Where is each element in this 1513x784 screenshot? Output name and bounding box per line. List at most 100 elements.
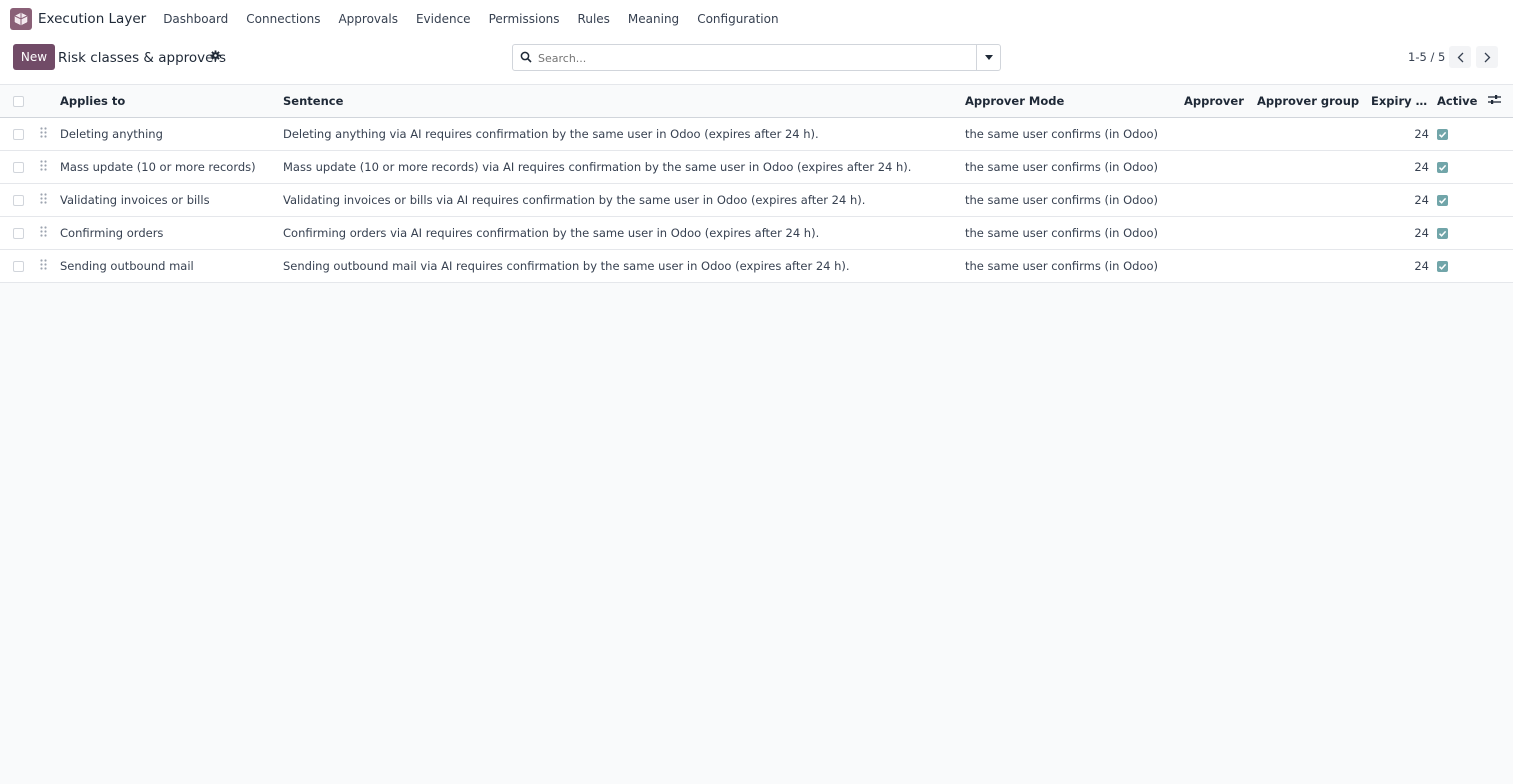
active-checkbox[interactable]: [1437, 227, 1448, 239]
row-checkbox[interactable]: [13, 161, 24, 173]
drag-handle-icon[interactable]: [36, 150, 56, 183]
cell-approver-group[interactable]: [1253, 216, 1367, 249]
menu-evidence[interactable]: Evidence: [416, 12, 471, 26]
control-panel: New Risk classes & approvers 1-5 / 5: [0, 37, 1513, 85]
cell-expiry-hours[interactable]: 24: [1367, 117, 1433, 150]
search-input[interactable]: [538, 49, 978, 67]
menu-permissions[interactable]: Permissions: [489, 12, 560, 26]
drag-handle-icon[interactable]: [36, 216, 56, 249]
row-select-cell: [0, 117, 36, 150]
pager-previous-button[interactable]: [1449, 46, 1471, 68]
column-active[interactable]: Active: [1433, 85, 1484, 117]
cell-approver[interactable]: [1180, 117, 1253, 150]
cell-approver-mode[interactable]: the same user confirms (in Odoo): [961, 216, 1180, 249]
menu-connections[interactable]: Connections: [246, 12, 320, 26]
cell-approver-group[interactable]: [1253, 249, 1367, 282]
cell-applies-to[interactable]: Mass update (10 or more records): [56, 150, 279, 183]
search-options-toggle[interactable]: [976, 45, 1000, 70]
cell-active: [1433, 150, 1484, 183]
row-select-cell: [0, 183, 36, 216]
menu-meaning[interactable]: Meaning: [628, 12, 679, 26]
row-checkbox[interactable]: [13, 194, 24, 206]
row-end-cell: [1484, 117, 1513, 150]
column-expiry-hours[interactable]: Expiry H...: [1367, 85, 1433, 117]
select-all-checkbox[interactable]: [13, 95, 24, 107]
cell-active: [1433, 216, 1484, 249]
drag-handle-icon[interactable]: [36, 183, 56, 216]
drag-handle-icon[interactable]: [36, 249, 56, 282]
cell-approver-mode[interactable]: the same user confirms (in Odoo): [961, 117, 1180, 150]
sliders-icon[interactable]: [1488, 94, 1501, 105]
cell-active: [1433, 183, 1484, 216]
column-approver[interactable]: Approver: [1180, 85, 1253, 117]
cell-applies-to[interactable]: Confirming orders: [56, 216, 279, 249]
cell-approver-mode[interactable]: the same user confirms (in Odoo): [961, 183, 1180, 216]
column-applies-to[interactable]: Applies to: [56, 85, 279, 117]
menu-rules[interactable]: Rules: [578, 12, 610, 26]
table-row[interactable]: Sending outbound mail Sending outbound ma…: [0, 249, 1513, 282]
column-approver-mode[interactable]: Approver Mode: [961, 85, 1180, 117]
row-select-cell: [0, 150, 36, 183]
cell-approver-group[interactable]: [1253, 150, 1367, 183]
cell-approver[interactable]: [1180, 150, 1253, 183]
top-navbar: Execution Layer Dashboard Connections Ap…: [0, 0, 1513, 37]
row-checkbox[interactable]: [13, 227, 24, 239]
cell-expiry-hours[interactable]: 24: [1367, 150, 1433, 183]
cell-approver[interactable]: [1180, 216, 1253, 249]
table-row[interactable]: Mass update (10 or more records) Mass upd…: [0, 150, 1513, 183]
search-icon: [520, 51, 532, 66]
row-select-cell: [0, 249, 36, 282]
table-row[interactable]: Confirming orders Confirming orders via A…: [0, 216, 1513, 249]
cell-approver-mode[interactable]: the same user confirms (in Odoo): [961, 249, 1180, 282]
app-logo-icon[interactable]: [10, 7, 32, 30]
cell-approver[interactable]: [1180, 183, 1253, 216]
cell-approver-group[interactable]: [1253, 117, 1367, 150]
active-checkbox[interactable]: [1437, 128, 1448, 140]
cell-active: [1433, 117, 1484, 150]
cell-expiry-hours[interactable]: 24: [1367, 249, 1433, 282]
row-checkbox[interactable]: [13, 128, 24, 140]
pager-value[interactable]: 1-5 / 5: [1408, 50, 1445, 64]
page-title: Risk classes & approvers: [58, 50, 227, 66]
chevron-right-icon: [1484, 52, 1490, 62]
cell-expiry-hours[interactable]: 24: [1367, 216, 1433, 249]
cell-sentence[interactable]: Sending outbound mail via AI requires co…: [279, 249, 961, 282]
cell-expiry-hours[interactable]: 24: [1367, 183, 1433, 216]
cell-sentence[interactable]: Confirming orders via AI requires confir…: [279, 216, 961, 249]
gear-icon[interactable]: [210, 50, 221, 64]
cell-approver[interactable]: [1180, 249, 1253, 282]
cell-applies-to[interactable]: Validating invoices or bills: [56, 183, 279, 216]
column-sentence[interactable]: Sentence: [279, 85, 961, 117]
pager-next-button[interactable]: [1476, 46, 1498, 68]
table-row[interactable]: Validating invoices or bills Validating i…: [0, 183, 1513, 216]
app-name[interactable]: Execution Layer: [38, 11, 146, 27]
row-end-cell: [1484, 249, 1513, 282]
row-checkbox[interactable]: [13, 260, 24, 272]
table-row[interactable]: Deleting anything Deleting anything via A…: [0, 117, 1513, 150]
cell-sentence[interactable]: Mass update (10 or more records) via AI …: [279, 150, 961, 183]
row-end-cell: [1484, 183, 1513, 216]
active-checkbox[interactable]: [1437, 194, 1448, 206]
cell-approver-group[interactable]: [1253, 183, 1367, 216]
cell-applies-to[interactable]: Sending outbound mail: [56, 249, 279, 282]
active-checkbox[interactable]: [1437, 260, 1448, 272]
cell-approver-mode[interactable]: the same user confirms (in Odoo): [961, 150, 1180, 183]
new-button[interactable]: New: [13, 44, 55, 70]
row-end-cell: [1484, 150, 1513, 183]
drag-handle-icon[interactable]: [36, 117, 56, 150]
cell-sentence[interactable]: Deleting anything via AI requires confir…: [279, 117, 961, 150]
cell-applies-to[interactable]: Deleting anything: [56, 117, 279, 150]
row-select-cell: [0, 216, 36, 249]
menu-dashboard[interactable]: Dashboard: [163, 12, 228, 26]
caret-down-icon: [984, 55, 993, 60]
cell-sentence[interactable]: Validating invoices or bills via AI requ…: [279, 183, 961, 216]
row-end-cell: [1484, 216, 1513, 249]
search-box: [512, 44, 1001, 71]
chevron-left-icon: [1457, 52, 1463, 62]
menu-configuration[interactable]: Configuration: [697, 12, 778, 26]
menu-approvals[interactable]: Approvals: [338, 12, 398, 26]
risk-classes-table: Applies to Sentence Approver Mode Approv…: [0, 85, 1513, 283]
select-all-cell: [0, 85, 36, 117]
active-checkbox[interactable]: [1437, 161, 1448, 173]
column-approver-group[interactable]: Approver group: [1253, 85, 1367, 117]
